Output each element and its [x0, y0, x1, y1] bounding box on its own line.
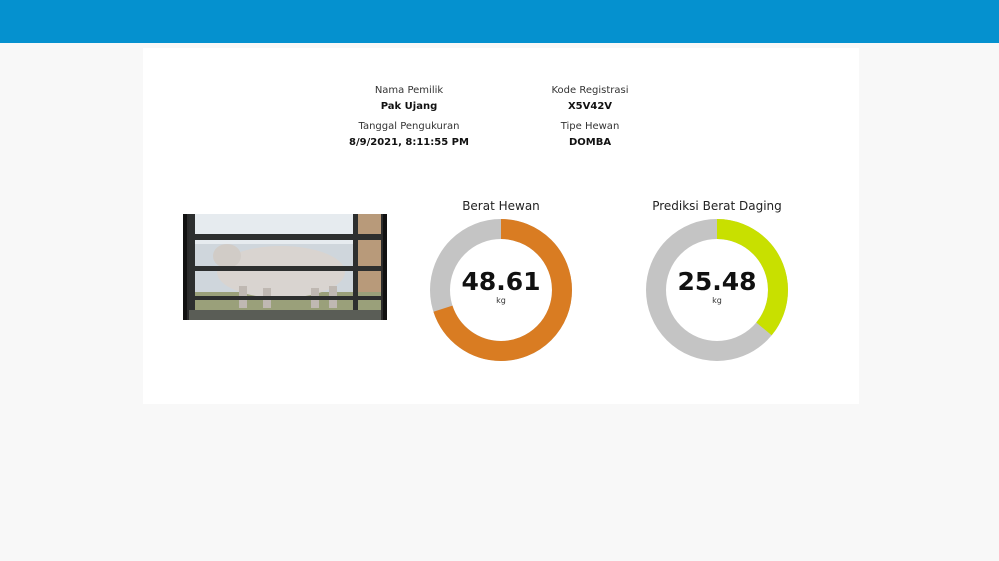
weight-gauge-title: Berat Hewan [462, 199, 540, 213]
top-app-bar [0, 0, 999, 43]
meat-gauge-unit: kg [712, 296, 722, 305]
registration-value: X5V42V [567, 101, 613, 112]
weight-gauge: Berat Hewan 48.61 kg [421, 198, 581, 362]
owner-value: Pak Ujang [380, 101, 438, 112]
weight-gauge-value: 48.61 [461, 267, 541, 296]
owner-label: Nama Pemilik [374, 85, 444, 96]
owner-info: Nama Pemilik Pak Ujang [319, 84, 499, 114]
registration-label: Kode Registrasi [551, 85, 629, 96]
meat-gauge-title: Prediksi Berat Daging [652, 199, 782, 213]
date-label: Tanggal Pengukuran [358, 121, 460, 132]
weight-gauge-ring: 48.61 kg [429, 218, 573, 362]
meat-prediction-gauge: Prediksi Berat Daging 25.48 kg [637, 198, 797, 362]
sheep-photo [183, 214, 387, 320]
type-value: DOMBA [568, 137, 612, 148]
date-value: 8/9/2021, 8:11:55 PM [349, 137, 469, 148]
measurement-card: Nama Pemilik Pak Ujang Kode Registrasi X… [143, 48, 859, 404]
meat-gauge-value: 25.48 [677, 267, 757, 296]
registration-info: Kode Registrasi X5V42V [500, 84, 680, 114]
weight-gauge-unit: kg [496, 296, 506, 305]
type-info: Tipe Hewan DOMBA [500, 120, 680, 150]
date-info: Tanggal Pengukuran 8/9/2021, 8:11:55 PM [319, 120, 499, 150]
meat-gauge-ring: 25.48 kg [645, 218, 789, 362]
type-label: Tipe Hewan [560, 121, 620, 132]
